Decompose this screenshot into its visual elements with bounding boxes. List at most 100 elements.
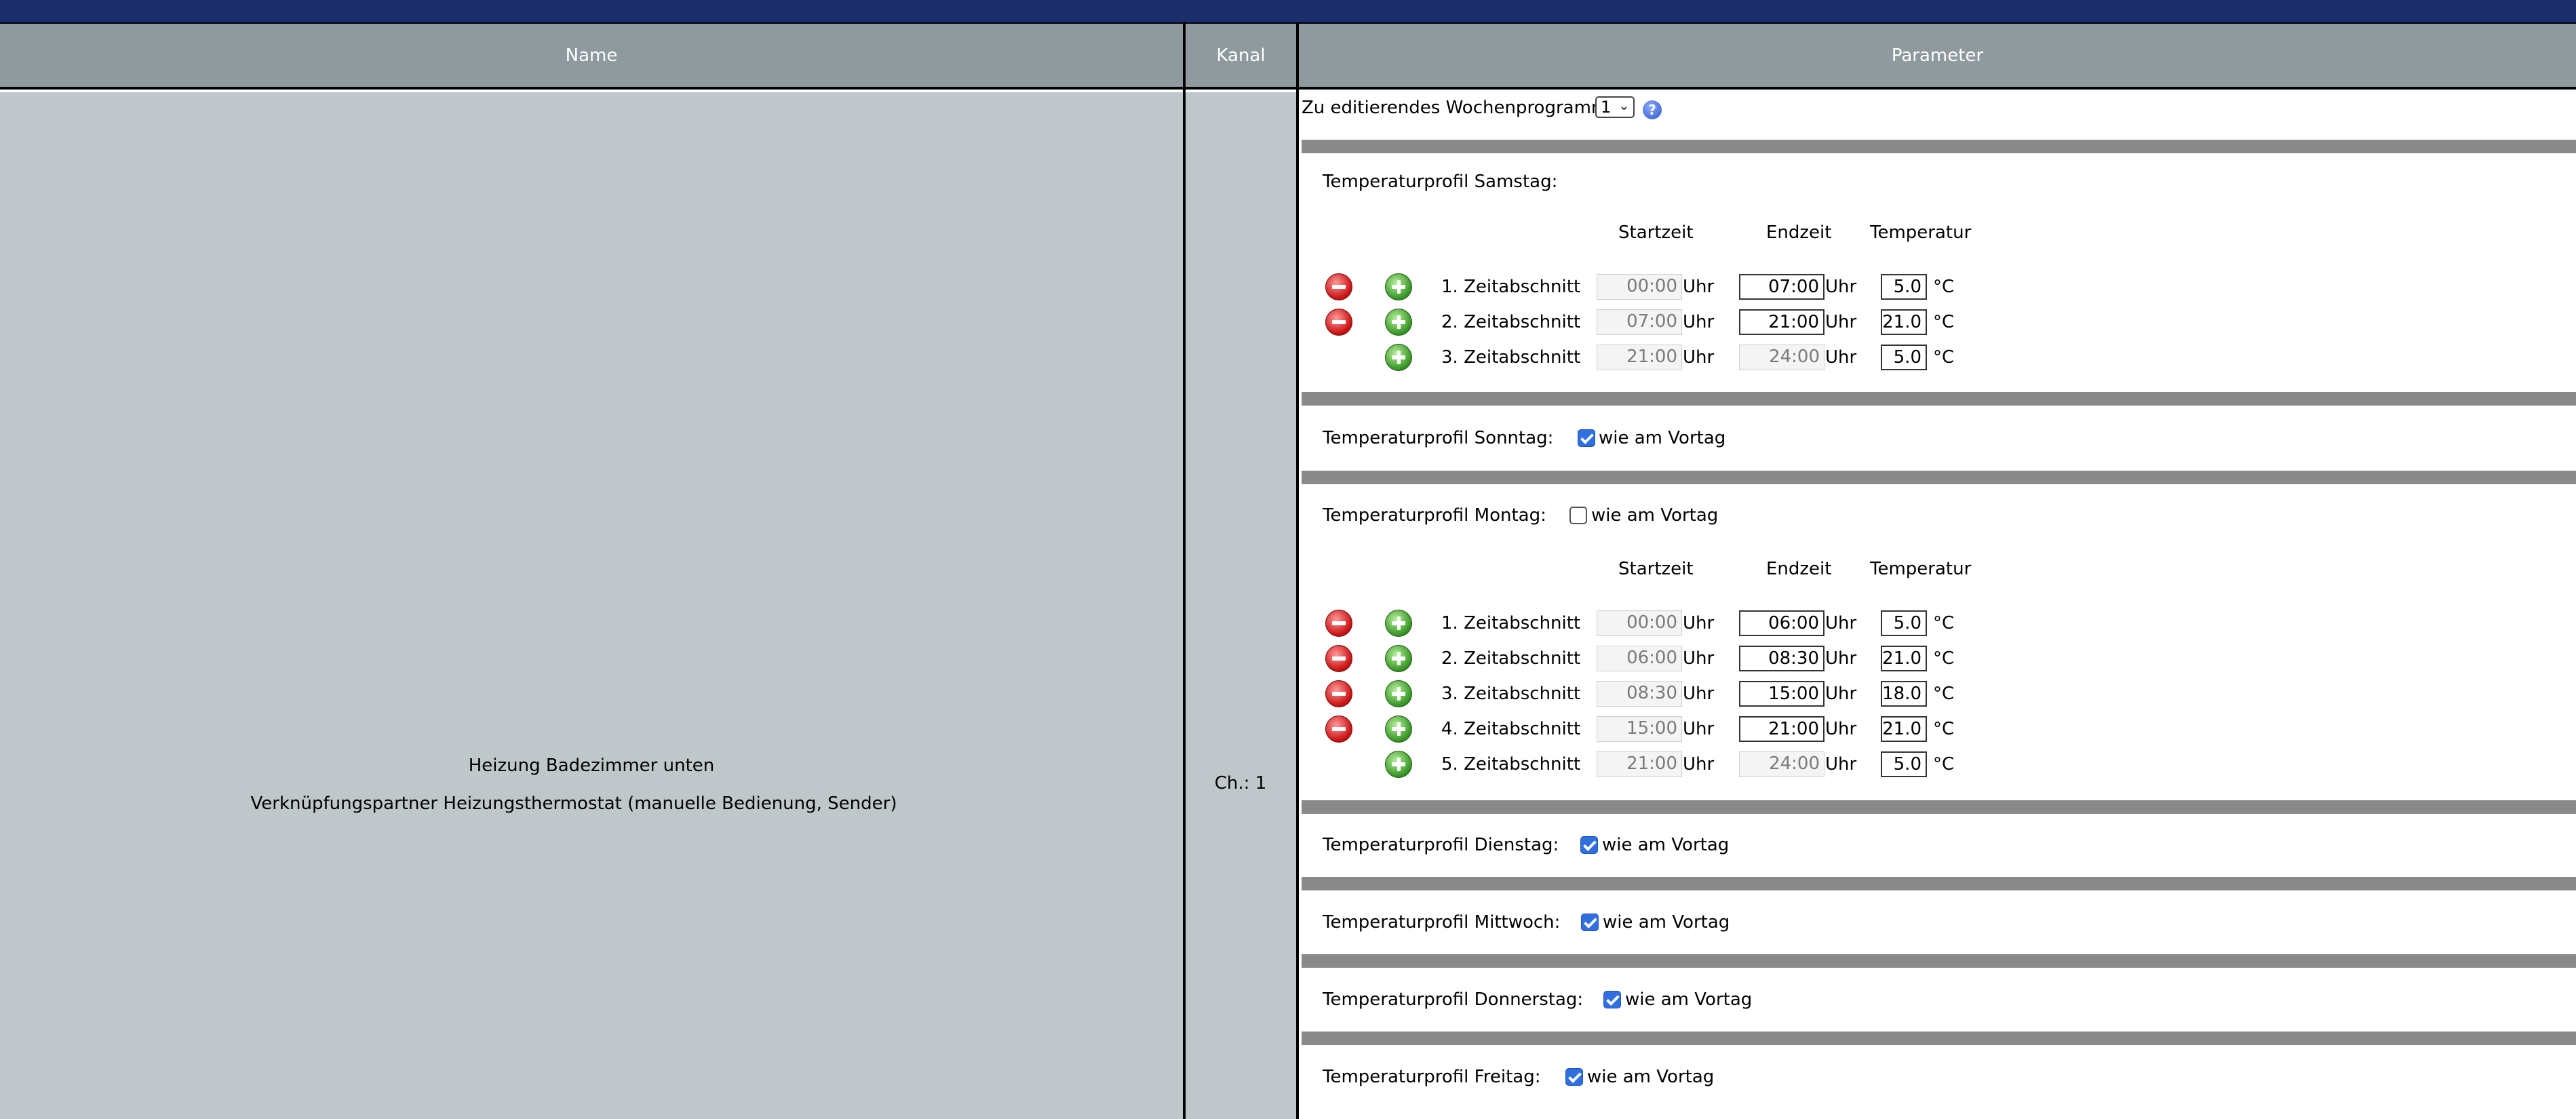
chevron-down-icon: ⌄ [1618, 99, 1629, 113]
add-period-button[interactable] [1385, 645, 1412, 672]
day-title-dienstag: Temperaturprofil Dienstag: [1323, 835, 1559, 855]
column-header-parameter: Parameter [1299, 22, 2576, 90]
same-as-prev-label: wie am Vortag [1602, 835, 1730, 855]
channel-cell: Ch.: 1 [1186, 92, 1296, 1119]
period-end-field[interactable]: 21:00 [1739, 309, 1824, 335]
add-period-button[interactable] [1385, 610, 1412, 637]
period-end-field[interactable]: 15:00 [1739, 681, 1824, 707]
remove-period-button[interactable] [1325, 309, 1352, 336]
period-end-field: 24:00 [1739, 345, 1824, 370]
add-period-button[interactable] [1385, 715, 1412, 743]
column-startzeit: Startzeit [1618, 222, 1694, 243]
week-program-label: Zu editierendes Wochenprogramm: [1302, 98, 1615, 118]
column-temperatur: Temperatur [1870, 222, 1972, 243]
period-end-field[interactable]: 06:00 [1739, 610, 1824, 636]
unit-celsius: °C [1933, 277, 1955, 297]
section-separator [1302, 954, 2576, 968]
add-period-button[interactable] [1385, 680, 1412, 707]
column-endzeit: Endzeit [1766, 222, 1832, 243]
device-description: Verknüpfungspartner Heizungsthermostat (… [250, 793, 897, 814]
day-title-donnerstag: Temperaturprofil Donnerstag: [1323, 989, 1584, 1010]
remove-period-button[interactable] [1325, 715, 1352, 743]
period-label: 5. Zeitabschnitt [1441, 754, 1581, 774]
same-as-prev-checkbox-mittwoch[interactable] [1581, 914, 1599, 931]
section-separator [1302, 800, 2576, 814]
period-start-field: 21:00 [1597, 751, 1682, 777]
unit-uhr: Uhr [1825, 277, 1857, 297]
day-title-samstag: Temperaturprofil Samstag: [1323, 172, 1558, 192]
column-endzeit: Endzeit [1766, 559, 1832, 579]
unit-uhr: Uhr [1683, 719, 1715, 739]
period-temp-field[interactable]: 5.0 [1881, 751, 1927, 777]
unit-celsius: °C [1933, 648, 1955, 669]
same-as-prev-checkbox-donnerstag[interactable] [1603, 991, 1621, 1008]
top-bar [0, 0, 2576, 22]
unit-celsius: °C [1933, 754, 1955, 774]
unit-uhr: Uhr [1683, 347, 1715, 368]
day-title-mittwoch: Temperaturprofil Mittwoch: [1323, 912, 1561, 932]
period-start-field: 00:00 [1597, 274, 1682, 300]
section-separator [1302, 877, 2576, 890]
period-temp-field[interactable]: 21.0 [1881, 646, 1927, 671]
day-title-montag: Temperaturprofil Montag: [1323, 505, 1546, 526]
period-end-field[interactable]: 08:30 [1739, 646, 1824, 671]
period-label: 2. Zeitabschnitt [1441, 648, 1581, 669]
section-separator [1302, 1032, 2576, 1045]
unit-celsius: °C [1933, 684, 1955, 704]
section-separator [1302, 392, 2576, 406]
same-as-prev-checkbox-dienstag[interactable] [1580, 836, 1598, 854]
period-temp-field[interactable]: 21.0 [1881, 309, 1927, 335]
name-cell: Heizung Badezimmer unten Verknüpfungspar… [0, 92, 1183, 1119]
period-temp-field[interactable]: 5.0 [1881, 345, 1927, 370]
unit-uhr: Uhr [1683, 648, 1715, 669]
unit-uhr: Uhr [1683, 684, 1715, 704]
same-as-prev-checkbox-freitag[interactable] [1565, 1068, 1583, 1086]
period-label: 3. Zeitabschnitt [1441, 684, 1581, 704]
period-label: 1. Zeitabschnitt [1441, 613, 1581, 633]
period-end-field: 24:00 [1739, 751, 1824, 777]
period-start-field: 08:30 [1597, 681, 1682, 707]
unit-uhr: Uhr [1825, 684, 1857, 704]
unit-uhr: Uhr [1825, 719, 1857, 739]
same-as-prev-label: wie am Vortag [1599, 428, 1726, 448]
column-startzeit: Startzeit [1618, 559, 1694, 579]
unit-celsius: °C [1933, 719, 1955, 739]
section-separator [1302, 471, 2576, 484]
period-label: 4. Zeitabschnitt [1441, 719, 1581, 739]
remove-period-button[interactable] [1325, 610, 1352, 637]
remove-period-button[interactable] [1325, 645, 1352, 672]
period-start-field: 15:00 [1597, 716, 1682, 742]
week-program-select[interactable]: 1 ⌄ [1595, 96, 1635, 118]
add-period-button[interactable] [1385, 344, 1412, 371]
period-temp-field[interactable]: 5.0 [1881, 274, 1927, 300]
unit-uhr: Uhr [1683, 613, 1715, 633]
unit-uhr: Uhr [1683, 312, 1715, 332]
period-label: 3. Zeitabschnitt [1441, 347, 1581, 368]
period-end-field[interactable]: 21:00 [1739, 716, 1824, 742]
unit-celsius: °C [1933, 312, 1955, 332]
unit-uhr: Uhr [1683, 754, 1715, 774]
period-temp-field[interactable]: 21.0 [1881, 716, 1927, 742]
remove-period-button[interactable] [1325, 273, 1352, 300]
period-label: 2. Zeitabschnitt [1441, 312, 1581, 332]
remove-period-button[interactable] [1325, 680, 1352, 707]
period-temp-field[interactable]: 5.0 [1881, 610, 1927, 636]
add-period-button[interactable] [1385, 273, 1412, 300]
add-period-button[interactable] [1385, 751, 1412, 778]
same-as-prev-label: wie am Vortag [1591, 505, 1719, 526]
same-as-prev-checkbox-montag[interactable] [1569, 507, 1587, 524]
unit-uhr: Uhr [1825, 613, 1857, 633]
day-title-freitag: Temperaturprofil Freitag: [1323, 1067, 1541, 1087]
period-end-field[interactable]: 07:00 [1739, 274, 1824, 300]
period-label: 1. Zeitabschnitt [1441, 277, 1581, 297]
add-period-button[interactable] [1385, 309, 1412, 336]
same-as-prev-label: wie am Vortag [1587, 1067, 1715, 1087]
column-divider [1296, 22, 1299, 1119]
column-header-name: Name [0, 22, 1183, 90]
week-program-selected-value: 1 [1601, 98, 1612, 117]
period-temp-field[interactable]: 18.0 [1881, 681, 1927, 707]
help-icon[interactable]: ? [1643, 100, 1662, 119]
same-as-prev-checkbox-sonntag[interactable] [1578, 429, 1595, 447]
day-title-sonntag: Temperaturprofil Sonntag: [1323, 428, 1554, 448]
same-as-prev-label: wie am Vortag [1625, 989, 1753, 1010]
